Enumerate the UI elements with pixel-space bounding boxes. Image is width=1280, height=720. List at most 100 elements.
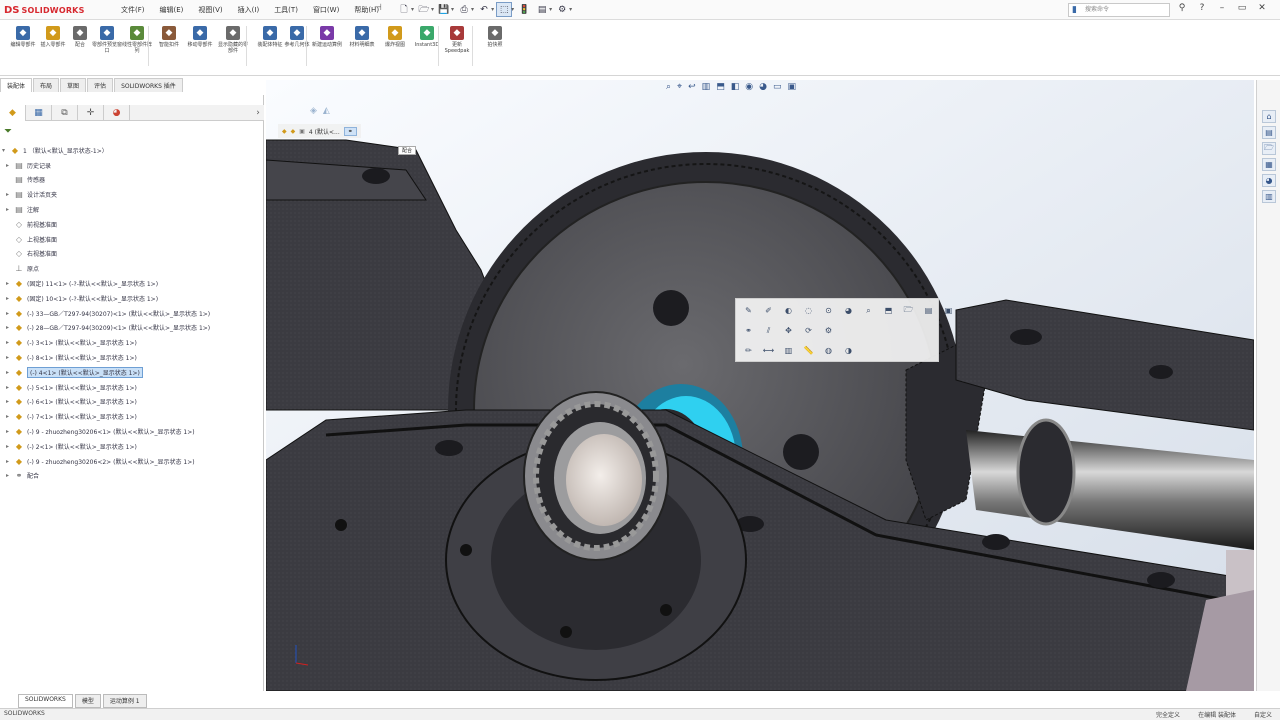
menu-edit[interactable]: 编辑(E) (157, 4, 187, 16)
tree-item[interactable]: ⊥ 原点 (0, 261, 264, 276)
view-icon[interactable]: ▣ (942, 304, 955, 317)
bottom-tab-1[interactable]: 模型 (74, 694, 101, 708)
print-icon[interactable]: ⎙ (456, 2, 472, 17)
command-3-button[interactable]: ◆ 零部件预览窗口 (90, 26, 124, 54)
tree-item[interactable]: ▸ ◆ (固定) 10<1> (-?-默认<<默认>_显示状态 1>) (0, 291, 264, 306)
part-crumb-icon[interactable]: ▣ (299, 128, 305, 135)
zoom-to-area-icon[interactable]: ⌖ (677, 82, 682, 92)
command-14-button[interactable]: ◆ 更新 Speedpak (440, 26, 474, 54)
tree-item[interactable]: ◇ 前视基准面 (0, 217, 264, 232)
zoom-to-selection-icon[interactable]: ⌕ (862, 304, 875, 317)
command-10-button[interactable]: ◆ 新建运动算例 (310, 26, 344, 48)
solidworks-logo[interactable]: DS SOLIDWORKS (4, 3, 85, 17)
expand-toggle-icon[interactable]: ▸ (6, 472, 14, 479)
tree-item[interactable]: ▸ ◆ (-) 33—GB／T297-94(30207)<1> (默认<<默认>_显… (0, 306, 264, 321)
pin-menu-icon[interactable]: ⊣ (374, 3, 382, 13)
tree-item[interactable]: ▸ ◆ (-) 2<1> (默认<<默认>_显示状态 1>) (0, 439, 264, 454)
expand-toggle-icon[interactable]: ▸ (6, 354, 14, 361)
section-view-toolbar-icon[interactable]: ▥ (702, 82, 711, 92)
help-search-icon[interactable]: ⚲ (1176, 3, 1188, 13)
menu-tools[interactable]: 工具(T) (271, 4, 301, 16)
rotate-component-icon[interactable]: ⟳ (802, 324, 815, 337)
tree-item[interactable]: ▸ ◆ (-) 7<1> (默认<<默认>_显示状态 1>) (0, 409, 264, 424)
menu-file[interactable]: 文件(F) (118, 4, 148, 16)
chevron-right-icon[interactable]: › (252, 105, 264, 121)
edit-sketch-icon[interactable]: ✐ (762, 304, 775, 317)
file-properties-icon[interactable]: ▤ (534, 2, 550, 17)
expand-toggle-icon[interactable]: ▸ (6, 339, 14, 346)
menu-insert[interactable]: 插入(I) (235, 4, 263, 16)
command-5-button[interactable]: ◆ 智能扣件 (152, 26, 186, 48)
expand-toggle-icon[interactable]: ▾ (2, 147, 10, 154)
tree-item[interactable]: ▸ ◆ (-) 8<1> (默认<<默认>_显示状态 1>) (0, 350, 264, 365)
expand-toggle-icon[interactable]: ▸ (6, 310, 14, 317)
expand-toggle-icon[interactable]: ▸ (6, 206, 14, 213)
filter-icon[interactable]: ⏷ (4, 126, 12, 137)
expand-toggle-icon[interactable]: ▸ (6, 384, 14, 391)
command-15-button[interactable]: ◆ 拍快照 (478, 26, 512, 48)
appearance-icon[interactable]: ◕ (842, 304, 855, 317)
component-breadcrumb-icon[interactable]: ◈ (310, 106, 317, 116)
view-palette-icon[interactable]: ▦ (1262, 158, 1276, 171)
command-12-button[interactable]: ◆ 爆炸视图 (378, 26, 412, 48)
appearances-icon[interactable]: ◕ (1262, 174, 1276, 187)
view-settings-icon[interactable]: ▣ (787, 82, 796, 92)
configuration-manager-tab-icon[interactable]: ⧉ (52, 105, 78, 121)
command-tab-1[interactable]: 布局 (33, 78, 60, 92)
command-7-button[interactable]: ◆ 显示隐藏的零部件 (216, 26, 250, 54)
select-icon[interactable]: ⬚ (496, 2, 513, 17)
tree-item[interactable]: ▸ ◆ (-) 3<1> (默认<<默认>_显示状态 1>) (0, 335, 264, 350)
tree-item[interactable]: ▸ ▤ 注解 (0, 202, 264, 217)
undo-icon[interactable]: ↶ (476, 2, 492, 17)
color-icon[interactable]: ◍ (822, 344, 835, 357)
restore-icon[interactable]: ▭ (1236, 3, 1248, 13)
tree-item[interactable]: ▸ ◆ (-) 5<1> (默认<<默认>_显示状态 1>) (0, 380, 264, 395)
command-tab-3[interactable]: 评估 (87, 78, 114, 92)
edit-part-icon[interactable]: ✎ (742, 304, 755, 317)
measure-icon[interactable]: 📏 (802, 344, 815, 357)
command-11-button[interactable]: ◆ 材料明细表 (345, 26, 379, 48)
menu-window[interactable]: 窗口(W) (310, 4, 342, 16)
tree-item[interactable]: ◇ 上视基准面 (0, 232, 264, 247)
tree-item[interactable]: ▸ ⚭ 配合 (0, 469, 264, 484)
graphics-area[interactable] (266, 80, 1254, 691)
expand-toggle-icon[interactable]: ▸ (6, 369, 14, 376)
solidworks-resources-icon[interactable]: ⌂ (1262, 110, 1276, 123)
previous-view-icon[interactable]: ↩ (688, 82, 696, 92)
tree-item[interactable]: ▾ ◆ 1 （默认<默认_显示状态-1>） (0, 143, 264, 158)
mates-crumb-icon[interactable]: ⚭ (343, 126, 357, 136)
file-explorer-icon[interactable]: 🗁 (1262, 142, 1276, 155)
new-document-icon[interactable]: 🗋 (396, 2, 412, 17)
display-manager-tab-icon[interactable]: ◕ (104, 105, 130, 121)
tree-item[interactable]: ▸ ▤ 设计活页夹 (0, 187, 264, 202)
minimize-icon[interactable]: – (1216, 3, 1228, 13)
expand-toggle-icon[interactable]: ▸ (6, 191, 14, 198)
menu-view[interactable]: 视图(V) (195, 4, 225, 16)
tree-item[interactable]: ▤ 传感器 (0, 173, 264, 188)
expand-toggle-icon[interactable]: ▸ (6, 280, 14, 287)
normal-to-icon[interactable]: ⬒ (882, 304, 895, 317)
hide-icon[interactable]: ◐ (782, 304, 795, 317)
search-commands-input[interactable]: ▮ 搜索命令 (1068, 3, 1170, 17)
mate-icon[interactable]: ⚭ (742, 324, 755, 337)
command-tab-2[interactable]: 草图 (60, 78, 87, 92)
assembly-crumb-icon[interactable]: ◆ (282, 128, 287, 135)
expand-toggle-icon[interactable]: ▸ (6, 428, 14, 435)
hide-show-items-icon[interactable]: ◉ (745, 82, 753, 92)
apply-scene-icon[interactable]: ▭ (773, 82, 782, 92)
transparency-icon[interactable]: ◌ (802, 304, 815, 317)
command-9-button[interactable]: ◆ 参考几何体 (280, 26, 314, 48)
isolate-icon[interactable]: ⊙ (822, 304, 835, 317)
expand-toggle-icon[interactable]: ▸ (6, 398, 14, 405)
options-icon[interactable]: ⚙ (554, 2, 570, 17)
view-orientation-icon[interactable]: ⬒ (716, 82, 725, 92)
sketch-icon[interactable]: ✏ (742, 344, 755, 357)
tree-item[interactable]: ▸ ◆ (-) 6<1> (默认<<默认>_显示状态 1>) (0, 395, 264, 410)
smart-dimension-icon[interactable]: ⟷ (762, 344, 775, 357)
dimxpert-tab-icon[interactable]: ✛ (78, 105, 104, 121)
face-breadcrumb-icon[interactable]: ◭ (323, 106, 330, 116)
tree-item[interactable]: ▸ ◆ (-) 9 - zhuozheng30206<1> (默认<<默认>_显示状… (0, 424, 264, 439)
command-tab-0[interactable]: 装配体 (0, 78, 33, 92)
expand-toggle-icon[interactable]: ▸ (6, 162, 14, 169)
open-icon[interactable]: 🗁 (416, 2, 432, 17)
